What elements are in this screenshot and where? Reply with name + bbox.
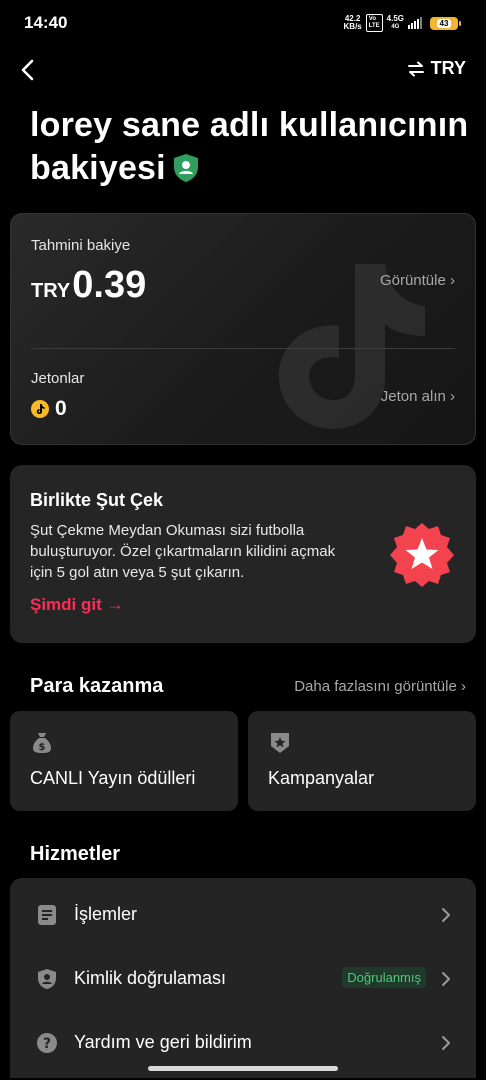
see-more-link[interactable]: Daha fazlasını görüntüle ›	[294, 678, 466, 695]
battery-icon: 43	[430, 16, 461, 30]
document-icon	[38, 905, 56, 925]
status-time: 14:40	[24, 13, 68, 32]
page-title: lorey sane adlı kullanıcının bakiyesi	[30, 104, 470, 194]
status-indicators: 42.2 KB/s Vo LTE 4.5G 4G 43	[343, 14, 461, 32]
network-type: 4.5G 4G	[386, 14, 404, 31]
campaigns-tile[interactable]: Kampanyalar	[248, 711, 476, 811]
verified-shield-icon	[172, 151, 200, 194]
balance-amount: TRY 0.39	[31, 264, 146, 307]
coin-icon	[31, 400, 49, 418]
promo-cta-link[interactable]: Şimdi git →	[30, 595, 124, 615]
help-feedback-label: Yardım ve geri bildirim	[74, 1032, 252, 1052]
help-icon: ?	[37, 1033, 57, 1053]
star-badge-art-icon	[390, 523, 454, 587]
buy-coins-link[interactable]: Jeton alın ›	[381, 388, 455, 405]
star-badge-icon	[271, 733, 289, 753]
chevron-right-icon	[442, 1036, 450, 1050]
balance-value: 0.39	[72, 264, 147, 306]
promo-card[interactable]: Birlikte Şut Çek Şut Çekme Meydan Okumas…	[10, 465, 476, 643]
earn-heading: Para kazanma	[30, 675, 164, 697]
balance-card: Tahmini bakiye TRY 0.39 Görüntüle › Jeto…	[10, 213, 476, 445]
help-feedback-row[interactable]: ? Yardım ve geri bildirim	[10, 1012, 476, 1072]
estimated-balance-label: Tahmini bakiye	[31, 237, 131, 254]
signal-icon	[408, 17, 422, 29]
chevron-right-icon	[442, 908, 450, 922]
top-bar: TRY	[0, 52, 486, 88]
promo-description: Şut Çekme Meydan Okuması sizi futbolla b…	[30, 522, 336, 581]
swap-icon	[407, 61, 424, 76]
live-rewards-tile[interactable]: $ CANLI Yayın ödülleri	[10, 711, 238, 811]
currency-switch-button[interactable]: TRY	[407, 58, 466, 79]
verified-status-badge: Doğrulanmış	[342, 967, 426, 988]
chevron-left-icon	[21, 59, 34, 81]
network-speed: 42.2 KB/s	[343, 14, 362, 31]
coins-value: 0	[55, 397, 67, 420]
currency-label: TRY	[430, 58, 466, 78]
back-button[interactable]	[16, 56, 42, 84]
services-list: İşlemler Kimlik doğrulaması Doğrulanmış …	[10, 878, 476, 1078]
status-bar: 14:40 42.2 KB/s Vo LTE 4.5G 4G 43	[0, 0, 486, 46]
live-rewards-label: CANLI Yayın ödülleri	[30, 768, 196, 788]
identity-verification-label: Kimlik doğrulaması	[74, 968, 227, 988]
home-indicator[interactable]	[148, 1066, 338, 1071]
identity-verification-row[interactable]: Kimlik doğrulaması Doğrulanmış	[10, 948, 476, 1008]
balance-currency: TRY	[31, 280, 71, 302]
volte-icon: Vo LTE	[365, 14, 383, 32]
view-balance-link[interactable]: Görüntüle ›	[380, 272, 455, 289]
page-title-text: lorey sane adlı kullanıcının bakiyesi	[30, 106, 469, 187]
transactions-row[interactable]: İşlemler	[10, 884, 476, 944]
shield-person-icon	[38, 969, 56, 989]
svg-text:?: ?	[43, 1036, 51, 1052]
transactions-label: İşlemler	[74, 904, 138, 924]
chevron-right-icon	[442, 972, 450, 986]
coins-label: Jetonlar	[31, 370, 85, 387]
promo-title: Birlikte Şut Çek	[30, 490, 164, 510]
money-bag-icon: $	[33, 733, 51, 753]
svg-text:$: $	[39, 742, 46, 753]
coins-amount: 0	[31, 397, 67, 421]
campaigns-label: Kampanyalar	[268, 768, 375, 788]
divider	[31, 348, 455, 349]
services-heading: Hizmetler	[30, 843, 121, 865]
